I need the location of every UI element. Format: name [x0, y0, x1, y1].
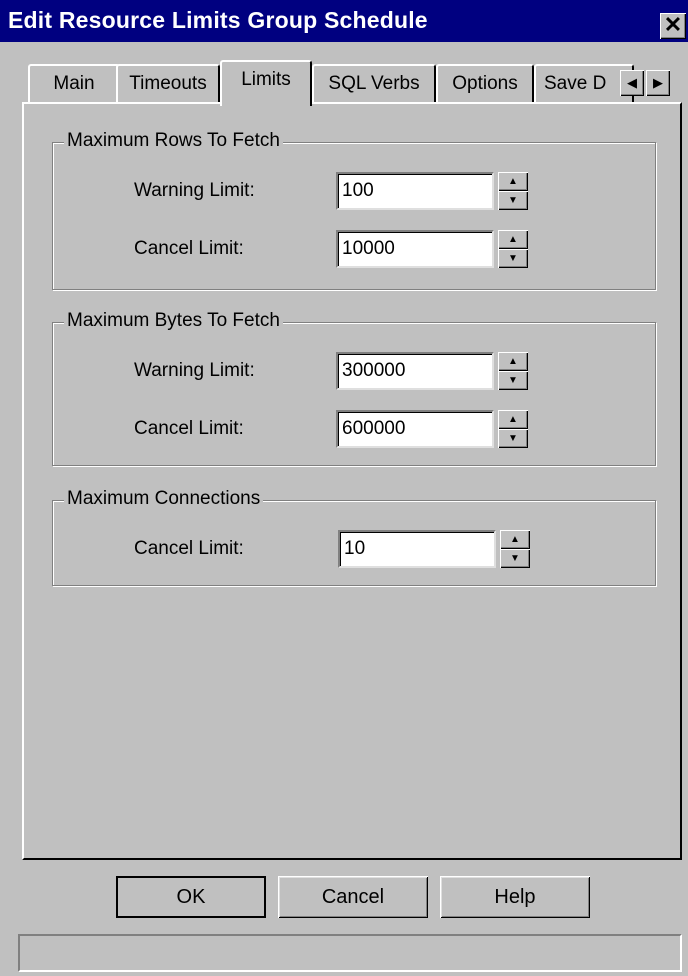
connections-cancel-spinner: ▲ ▼	[500, 530, 530, 568]
bytes-cancel-down-button[interactable]: ▼	[498, 429, 528, 448]
rows-warning-input[interactable]: 100	[336, 172, 494, 210]
spin-down-icon: ▼	[508, 433, 518, 444]
connections-group-title: Maximum Connections	[64, 488, 264, 510]
title-bar[interactable]: Edit Resource Limits Group Schedule ✕	[0, 0, 688, 42]
bytes-warning-spinner: ▲ ▼	[498, 352, 528, 390]
tab-timeouts[interactable]: Timeouts	[116, 64, 220, 104]
bytes-cancel-up-button[interactable]: ▲	[498, 410, 528, 429]
tab-options[interactable]: Options	[436, 64, 534, 104]
spin-down-icon: ▼	[508, 253, 518, 264]
tab-limits[interactable]: Limits	[220, 60, 312, 106]
rows-group-title: Maximum Rows To Fetch	[64, 130, 283, 152]
connections-cancel-up-button[interactable]: ▲	[500, 530, 530, 549]
rows-warning-down-button[interactable]: ▼	[498, 191, 528, 210]
arrow-right-icon: ▶	[653, 75, 663, 90]
bytes-cancel-input[interactable]: 600000	[336, 410, 494, 448]
limits-panel: Maximum Rows To Fetch Warning Limit: 100…	[22, 102, 682, 860]
rows-cancel-input[interactable]: 10000	[336, 230, 494, 268]
spin-up-icon: ▲	[508, 176, 518, 187]
bytes-warning-label: Warning Limit:	[134, 360, 255, 381]
bytes-cancel-spinner: ▲ ▼	[498, 410, 528, 448]
bytes-group-title: Maximum Bytes To Fetch	[64, 310, 283, 332]
bytes-warning-input[interactable]: 300000	[336, 352, 494, 390]
tab-sql-verbs[interactable]: SQL Verbs	[312, 64, 436, 104]
spin-down-icon: ▼	[510, 553, 520, 564]
spin-up-icon: ▲	[508, 234, 518, 245]
cancel-button[interactable]: Cancel	[278, 876, 428, 918]
bytes-cancel-label: Cancel Limit:	[134, 418, 244, 439]
bytes-warning-up-button[interactable]: ▲	[498, 352, 528, 371]
tab-main[interactable]: Main	[28, 64, 120, 104]
rows-cancel-label: Cancel Limit:	[134, 238, 244, 259]
rows-warning-label: Warning Limit:	[134, 180, 255, 201]
rows-cancel-up-button[interactable]: ▲	[498, 230, 528, 249]
tab-scroll-right-button[interactable]: ▶	[646, 70, 670, 96]
status-bar	[18, 934, 682, 972]
spin-up-icon: ▲	[510, 534, 520, 545]
spin-up-icon: ▲	[508, 356, 518, 367]
tab-save[interactable]: Save D	[534, 64, 634, 104]
connections-cancel-input[interactable]: 10	[338, 530, 496, 568]
spin-up-icon: ▲	[508, 414, 518, 425]
rows-cancel-spinner: ▲ ▼	[498, 230, 528, 268]
rows-warning-spinner: ▲ ▼	[498, 172, 528, 210]
rows-warning-up-button[interactable]: ▲	[498, 172, 528, 191]
rows-cancel-down-button[interactable]: ▼	[498, 249, 528, 268]
close-icon: ✕	[663, 12, 683, 37]
spin-down-icon: ▼	[508, 195, 518, 206]
connections-cancel-label: Cancel Limit:	[134, 538, 244, 559]
close-button[interactable]: ✕	[660, 13, 686, 39]
arrow-left-icon: ◀	[627, 75, 637, 90]
spin-down-icon: ▼	[508, 375, 518, 386]
ok-button[interactable]: OK	[116, 876, 266, 918]
bytes-warning-down-button[interactable]: ▼	[498, 371, 528, 390]
connections-cancel-down-button[interactable]: ▼	[500, 549, 530, 568]
help-button[interactable]: Help	[440, 876, 590, 918]
tab-scroll-left-button[interactable]: ◀	[620, 70, 644, 96]
window-title: Edit Resource Limits Group Schedule	[8, 7, 428, 33]
